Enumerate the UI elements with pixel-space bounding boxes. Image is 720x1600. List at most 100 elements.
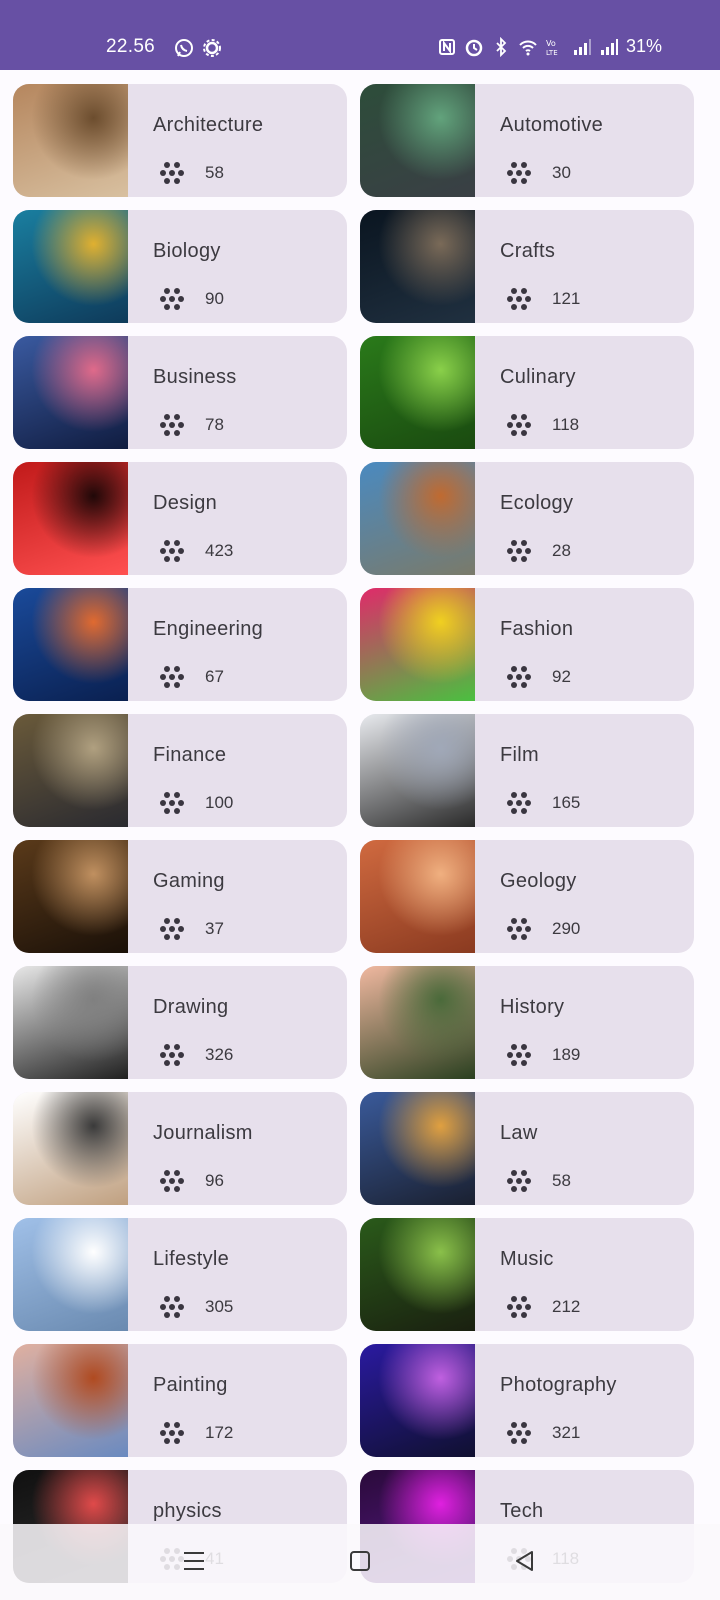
category-card[interactable]: Photography 321 xyxy=(360,1344,694,1457)
back-icon xyxy=(516,1551,533,1571)
category-label: Painting xyxy=(153,1374,228,1396)
category-count: 28 xyxy=(552,541,571,560)
category-card[interactable]: Business 78 xyxy=(13,336,347,449)
category-card[interactable]: Music 212 xyxy=(360,1218,694,1331)
category-card[interactable]: Geology 290 xyxy=(360,840,694,953)
svg-text:Vo: Vo xyxy=(546,39,556,48)
category-thumbnail xyxy=(13,84,128,197)
category-thumbnail xyxy=(13,714,128,827)
category-count: 423 xyxy=(205,541,234,560)
category-label: Finance xyxy=(153,744,227,766)
category-card[interactable]: Design 423 xyxy=(13,462,347,575)
category-count: 321 xyxy=(552,1423,581,1442)
category-count: 96 xyxy=(205,1171,224,1190)
category-label: Lifestyle xyxy=(153,1248,230,1270)
category-thumbnail xyxy=(360,966,475,1079)
category-card[interactable]: History 189 xyxy=(360,966,694,1079)
category-thumbnail xyxy=(13,210,128,323)
recent-apps-button[interactable] xyxy=(177,1544,211,1578)
category-thumbnail xyxy=(13,1092,128,1205)
category-card[interactable]: Engineering 67 xyxy=(13,588,347,701)
photo-collection-icon xyxy=(507,540,531,562)
status-bar: 22.56 Vo LTE 31% xyxy=(0,0,720,70)
category-count-row: 290 xyxy=(506,916,580,942)
category-count-row: 58 xyxy=(506,1168,571,1194)
home-button[interactable] xyxy=(343,1544,377,1578)
category-count: 78 xyxy=(205,415,224,434)
category-count-row: 100 xyxy=(159,790,233,816)
category-count-row: 321 xyxy=(506,1420,580,1446)
back-button[interactable] xyxy=(508,1544,542,1578)
category-card[interactable]: Journalism 96 xyxy=(13,1092,347,1205)
category-card[interactable]: Film 165 xyxy=(360,714,694,827)
category-count: 58 xyxy=(205,163,224,182)
category-card[interactable]: Finance 100 xyxy=(13,714,347,827)
category-count: 326 xyxy=(205,1045,234,1064)
category-label: Film xyxy=(500,744,539,766)
category-count-row: 118 xyxy=(506,412,579,438)
menu-icon xyxy=(184,1552,204,1570)
category-label: Biology xyxy=(153,240,221,262)
category-card[interactable]: Biology 90 xyxy=(13,210,347,323)
category-label: Business xyxy=(153,366,237,388)
category-count: 305 xyxy=(205,1297,234,1316)
category-thumbnail xyxy=(360,1092,475,1205)
category-label: Drawing xyxy=(153,996,229,1018)
photo-collection-icon xyxy=(507,1044,531,1066)
category-count-row: 165 xyxy=(506,790,580,816)
category-count: 67 xyxy=(205,667,224,686)
category-count-row: 212 xyxy=(506,1294,580,1320)
category-label: Architecture xyxy=(153,114,264,136)
photo-collection-icon xyxy=(160,540,184,562)
category-count: 100 xyxy=(205,793,234,812)
category-count-row: 96 xyxy=(159,1168,224,1194)
category-card[interactable]: Fashion 92 xyxy=(360,588,694,701)
volte-icon: VoLTE xyxy=(546,39,558,57)
category-card[interactable]: Law 58 xyxy=(360,1092,694,1205)
category-count: 90 xyxy=(205,289,224,308)
category-card[interactable]: Painting 172 xyxy=(13,1344,347,1457)
category-thumbnail xyxy=(360,588,475,701)
category-card[interactable]: Architecture 58 xyxy=(13,84,347,197)
category-count-row: 92 xyxy=(506,664,571,690)
signal-icon xyxy=(573,38,591,55)
category-card[interactable]: Automotive 30 xyxy=(360,84,694,197)
category-label: physics xyxy=(153,1500,222,1522)
battery-percentage: 31% xyxy=(625,36,662,56)
photo-collection-icon xyxy=(160,792,184,814)
photo-collection-icon xyxy=(507,288,531,310)
photo-collection-icon xyxy=(507,1296,531,1318)
category-label: Photography xyxy=(500,1374,617,1396)
category-card[interactable]: Ecology 28 xyxy=(360,462,694,575)
category-count: 37 xyxy=(205,919,224,938)
svg-text:LTE: LTE xyxy=(546,49,558,57)
category-card[interactable]: Culinary 118 xyxy=(360,336,694,449)
category-thumbnail xyxy=(13,966,128,1079)
category-label: Fashion xyxy=(500,618,574,640)
nfc-icon xyxy=(438,38,455,55)
category-card[interactable]: Gaming 37 xyxy=(13,840,347,953)
category-card[interactable]: Lifestyle 305 xyxy=(13,1218,347,1331)
category-card[interactable]: Drawing 326 xyxy=(13,966,347,1079)
category-thumbnail xyxy=(13,1218,128,1331)
category-label: History xyxy=(500,996,565,1018)
photo-collection-icon xyxy=(507,666,531,688)
category-card[interactable]: Crafts 121 xyxy=(360,210,694,323)
status-time: 22.56 xyxy=(106,36,156,57)
category-label: Tech xyxy=(500,1500,544,1522)
category-count-row: 58 xyxy=(159,160,224,186)
category-count: 92 xyxy=(552,667,571,686)
category-count: 189 xyxy=(552,1045,581,1064)
category-label: Journalism xyxy=(153,1122,253,1144)
category-thumbnail xyxy=(360,1218,475,1331)
photo-collection-icon xyxy=(160,162,184,184)
category-count: 30 xyxy=(552,163,571,182)
category-count-row: 326 xyxy=(159,1042,233,1068)
settings-icon xyxy=(203,39,221,57)
photo-collection-icon xyxy=(507,414,531,436)
category-thumbnail xyxy=(360,840,475,953)
photo-collection-icon xyxy=(160,918,184,940)
category-count-row: 189 xyxy=(506,1042,580,1068)
category-count: 172 xyxy=(205,1423,234,1442)
category-label: Crafts xyxy=(500,240,556,262)
